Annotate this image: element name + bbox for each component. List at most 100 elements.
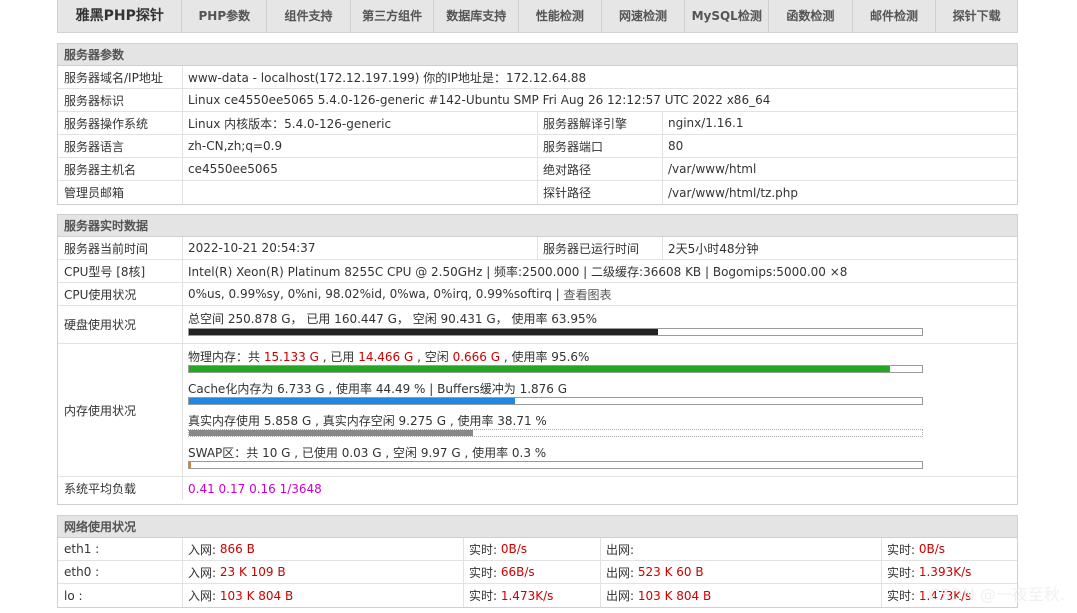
net-out-rt: 1.393K/s: [918, 565, 972, 579]
row-label: eth0 :: [58, 561, 182, 583]
row-value: Linux ce4550ee5065 5.4.0-126-generic #14…: [188, 93, 771, 107]
disk-usage-fill: [189, 329, 658, 335]
table-row: CPU型号 [8核] Intel(R) Xeon(R) Platinum 825…: [58, 260, 1017, 283]
net-in: 23 K 109 B: [219, 565, 286, 579]
row-value: 实时: 1.393K/s: [887, 565, 972, 580]
phys-free: 0.666 G: [452, 350, 501, 364]
disk-text: 总空间 250.878 G， 已用 160.447 G， 空闲 90.431 G…: [188, 312, 598, 326]
row-value: 入网: 103 K 804 B: [188, 588, 294, 604]
phys-mem-text: 物理内存：共 15.133 G , 已用 14.466 G , 空闲 0.666…: [188, 350, 590, 364]
network-row: eth1 : 入网: 866 B 实时: 0B/s 出网: 实时: 0B/s: [58, 538, 1017, 561]
phys-mem-fill: [189, 366, 890, 372]
row-label: 探针路径: [543, 186, 592, 200]
table-row: 服务器域名/IP地址 www-data - localhost(172.12.1…: [58, 66, 1017, 89]
row-label: 服务器域名/IP地址: [64, 70, 163, 85]
nav-database[interactable]: 数据库支持: [434, 0, 520, 32]
cache-bar: [188, 397, 923, 405]
table-row: 服务器当前时间 2022-10-21 20:54:37 服务器已运行时间 2天5…: [58, 237, 1017, 260]
phys-mem-bar: [188, 365, 923, 373]
cache-text: Cache化内存为 6.733 G , 使用率 44.49 % | Buffer…: [188, 382, 568, 396]
net-in: 103 K 804 B: [219, 588, 294, 603]
net-in-rt: 0B/s: [500, 542, 528, 556]
row-value: ce4550ee5065: [188, 162, 278, 176]
iface-name: lo :: [64, 588, 83, 603]
row-value: [182, 181, 537, 204]
net-out: 523 K 60 B: [637, 565, 704, 579]
table-row: 系统平均负载 0.41 0.17 0.16 1/3648: [58, 477, 1017, 500]
net-out-rt: 0B/s: [918, 542, 946, 556]
row-label: 内存使用状况: [64, 403, 137, 418]
swap-bar: [188, 461, 923, 469]
iface-name: eth1 :: [64, 542, 100, 556]
row-value: /var/www/html/tz.php: [668, 185, 798, 200]
row-label: 服务器语言: [64, 139, 125, 154]
section-title: 服务器参数: [58, 44, 1017, 66]
swap-text: SWAP区：共 10 G , 已使用 0.03 G , 空闲 9.97 G , …: [188, 446, 547, 460]
real-mem-bar: [188, 429, 923, 437]
table-row: 服务器语言 zh-CN,zh;q=0.9 服务器端口 80: [58, 135, 1017, 158]
cpu-chart-link[interactable]: 查看图表: [564, 286, 612, 303]
row-label: 硬盘使用状况: [64, 318, 137, 332]
row-label: 绝对路径: [543, 162, 592, 177]
real-mem-fill: [189, 430, 473, 436]
nav-third-party[interactable]: 第三方组件: [351, 0, 435, 32]
net-in-rt: 1.473K/s: [500, 588, 554, 603]
net-out: 103 K 804 B: [637, 588, 712, 603]
row-value: 入网: 866 B: [188, 542, 255, 557]
top-nav: 雅黑PHP探针 PHP参数 组件支持 第三方组件 数据库支持 性能检测 网速检测…: [57, 0, 1018, 33]
nav-network-speed[interactable]: 网速检测: [602, 0, 686, 32]
net-in: 866 B: [219, 542, 255, 556]
nav-performance[interactable]: 性能检测: [519, 0, 602, 32]
cpu-usage-text: 0%us, 0.99%sy, 0%ni, 98.02%id, 0%wa, 0%i…: [188, 287, 564, 301]
row-value: 2022-10-21 20:54:37: [188, 241, 316, 255]
server-params-section: 服务器参数 服务器域名/IP地址 www-data - localhost(17…: [57, 43, 1018, 205]
row-label: 服务器端口: [543, 139, 604, 154]
row-label: CPU使用状况: [64, 287, 137, 302]
load-value: 0.41 0.17 0.16 1/3648: [188, 481, 322, 496]
nav-download[interactable]: 探针下载: [936, 0, 1017, 32]
network-row: eth0 : 入网: 23 K 109 B 实时: 66B/s 出网: 523 K 6…: [58, 561, 1017, 584]
row-label: 服务器已运行时间: [543, 241, 640, 256]
table-row: 硬盘使用状况 总空间 250.878 G， 已用 160.447 G， 空闲 9…: [58, 306, 1017, 344]
cache-fill: [189, 398, 516, 404]
row-value: 实时: 0B/s: [887, 542, 946, 557]
row-value: 实时: 0B/s: [469, 542, 528, 557]
network-section: 网络使用状况 eth1 : 入网: 866 B 实时: 0B/s 出网: 实时: 0B…: [57, 515, 1018, 608]
section-title: 服务器实时数据: [58, 215, 1017, 237]
row-value: 2天5小时48分钟: [668, 241, 759, 256]
row-value: 出网: 523 K 60 B: [606, 565, 704, 580]
phys-total: 15.133 G: [263, 350, 319, 364]
network-row: lo : 入网: 103 K 804 B 实时: 1.473K/s 出网: 103 K…: [58, 584, 1017, 607]
row-label: 系统平均负载: [64, 482, 137, 496]
table-row: 服务器操作系统 Linux 内核版本：5.4.0-126-generic 服务器…: [58, 112, 1017, 135]
row-label: lo :: [58, 584, 182, 607]
row-value: 出网: 103 K 804 B: [606, 588, 712, 604]
row-value: 0%us, 0.99%sy, 0%ni, 98.02%id, 0%wa, 0%i…: [182, 283, 1017, 305]
row-label: 服务器解译引擎: [543, 116, 628, 131]
row-label: CPU型号 [8核]: [64, 264, 146, 279]
row-label: eth1 :: [58, 538, 182, 560]
row-value: nginx/1.16.1: [668, 116, 744, 130]
row-value: 出网:: [606, 542, 638, 557]
realtime-section: 服务器实时数据 服务器当前时间 2022-10-21 20:54:37 服务器已…: [57, 214, 1018, 505]
row-label: 管理员邮箱: [64, 186, 125, 200]
row-label: 服务器当前时间: [64, 241, 149, 256]
row-label: 服务器操作系统: [64, 116, 149, 131]
nav-mail[interactable]: 邮件检测: [853, 0, 937, 32]
nav-mysql[interactable]: MySQL检测: [685, 0, 770, 32]
nav-components[interactable]: 组件支持: [267, 0, 351, 32]
row-label: 服务器标识: [64, 93, 125, 108]
iface-name: eth0 :: [64, 565, 100, 579]
table-row: 内存使用状况 物理内存：共 15.133 G , 已用 14.466 G , 空…: [58, 344, 1017, 477]
row-value: Intel(R) Xeon(R) Platinum 8255C CPU @ 2.…: [188, 264, 848, 279]
row-value: www-data - localhost(172.12.197.199) 你的I…: [188, 70, 587, 85]
nav-php-params[interactable]: PHP参数: [182, 0, 268, 32]
nav-functions[interactable]: 函数检测: [769, 0, 853, 32]
row-value: 80: [668, 139, 684, 153]
nav-brand[interactable]: 雅黑PHP探针: [58, 0, 183, 32]
phys-used: 14.466 G: [358, 350, 414, 364]
table-row: 服务器标识 Linux ce4550ee5065 5.4.0-126-gener…: [58, 89, 1017, 112]
row-value: zh-CN,zh;q=0.9: [188, 139, 283, 153]
watermark: CSDN @一夜至秋.: [929, 585, 1065, 604]
disk-usage-bar: [188, 328, 923, 336]
